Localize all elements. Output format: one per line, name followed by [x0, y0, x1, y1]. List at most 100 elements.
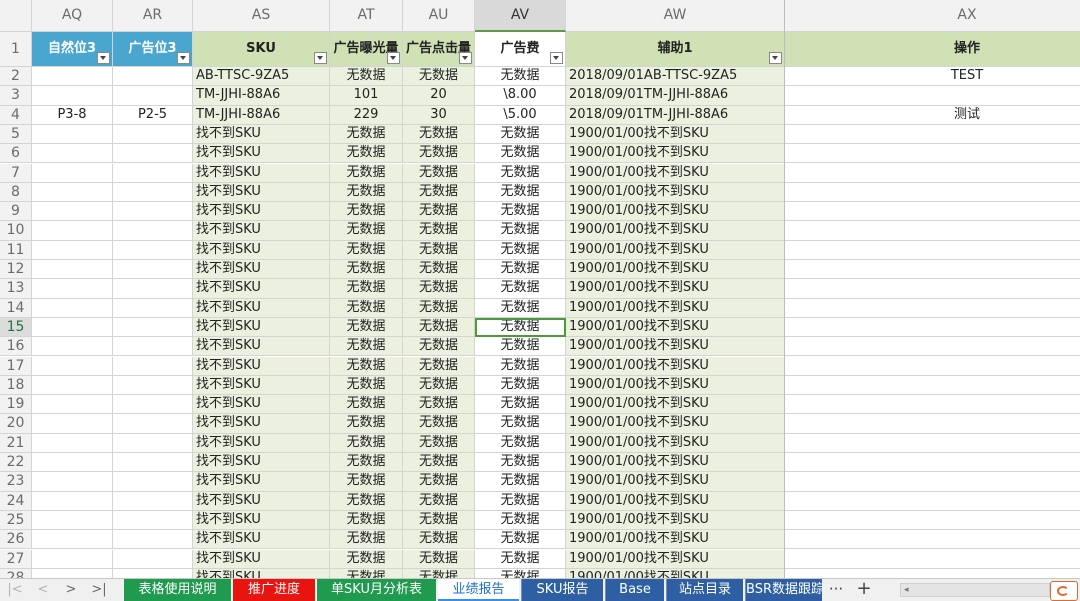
table-cell[interactable]: [113, 86, 193, 106]
table-cell[interactable]: [785, 163, 1080, 183]
table-cell[interactable]: 无数据: [330, 298, 403, 318]
table-cell[interactable]: 无数据: [330, 337, 403, 357]
table-cell[interactable]: 2018/09/01TM-JJHI-88A6: [566, 105, 785, 125]
header-cell[interactable]: 广告曝光量: [330, 32, 403, 67]
sheet-tab[interactable]: 表格使用说明: [124, 579, 231, 601]
table-cell[interactable]: 无数据: [403, 67, 475, 87]
column-header-au[interactable]: AU: [403, 0, 475, 32]
table-cell[interactable]: [785, 337, 1080, 357]
table-cell[interactable]: 无数据: [330, 163, 403, 183]
table-cell[interactable]: 无数据: [475, 317, 566, 338]
table-cell[interactable]: [113, 414, 193, 434]
table-cell[interactable]: 找不到SKU: [193, 356, 330, 376]
row-header[interactable]: 15: [0, 317, 32, 338]
table-cell[interactable]: [113, 549, 193, 569]
sheet-tab[interactable]: 站点目录: [666, 579, 743, 601]
table-cell[interactable]: [113, 260, 193, 280]
column-header-ax[interactable]: AX: [785, 0, 1080, 32]
table-cell[interactable]: 无数据: [330, 472, 403, 492]
last-sheet-button[interactable]: >|: [88, 579, 110, 601]
table-cell[interactable]: 无数据: [330, 182, 403, 203]
filter-dropdown-icon[interactable]: [177, 52, 190, 64]
table-cell[interactable]: 1900/01/00找不到SKU: [566, 337, 785, 357]
table-cell[interactable]: 找不到SKU: [193, 144, 330, 164]
table-cell[interactable]: 1900/01/00找不到SKU: [566, 549, 785, 569]
table-cell[interactable]: 1900/01/00找不到SKU: [566, 182, 785, 203]
table-cell[interactable]: 无数据: [403, 356, 475, 376]
table-cell[interactable]: [113, 530, 193, 550]
table-cell[interactable]: [785, 530, 1080, 550]
table-cell[interactable]: 无数据: [403, 568, 475, 578]
table-cell[interactable]: 找不到SKU: [193, 337, 330, 357]
table-cell[interactable]: 1900/01/00找不到SKU: [566, 240, 785, 260]
sheet-tab[interactable]: 业绩报告: [438, 579, 519, 601]
table-cell[interactable]: P2-5: [113, 105, 193, 125]
more-tabs-button[interactable]: ···: [824, 579, 848, 601]
table-cell[interactable]: [113, 298, 193, 318]
table-cell[interactable]: 无数据: [475, 356, 566, 376]
header-cell[interactable]: 广告费: [475, 32, 566, 67]
table-cell[interactable]: 无数据: [475, 491, 566, 511]
table-cell[interactable]: [32, 260, 113, 280]
table-cell[interactable]: 无数据: [475, 202, 566, 222]
table-cell[interactable]: 找不到SKU: [193, 433, 330, 453]
row-header[interactable]: 22: [0, 453, 32, 473]
table-cell[interactable]: [785, 414, 1080, 434]
table-cell[interactable]: 找不到SKU: [193, 163, 330, 183]
table-cell[interactable]: 1900/01/00找不到SKU: [566, 124, 785, 145]
table-cell[interactable]: 无数据: [475, 124, 566, 145]
table-cell[interactable]: 无数据: [403, 491, 475, 511]
table-cell[interactable]: TEST: [785, 67, 1080, 87]
table-cell[interactable]: 找不到SKU: [193, 453, 330, 473]
table-cell[interactable]: [785, 491, 1080, 511]
sheet-tab[interactable]: BSR数据跟踪: [745, 579, 822, 601]
sheet-tab[interactable]: SKU报告: [521, 579, 603, 601]
table-cell[interactable]: 无数据: [330, 414, 403, 434]
table-cell[interactable]: [32, 67, 113, 87]
row-header[interactable]: 11: [0, 240, 32, 260]
table-cell[interactable]: 无数据: [403, 395, 475, 415]
table-cell[interactable]: 1900/01/00找不到SKU: [566, 510, 785, 531]
table-cell[interactable]: [32, 433, 113, 453]
table-cell[interactable]: 无数据: [330, 67, 403, 87]
row-header[interactable]: 21: [0, 433, 32, 453]
table-cell[interactable]: [113, 240, 193, 260]
row-header[interactable]: 3: [0, 86, 32, 106]
table-cell[interactable]: [785, 240, 1080, 260]
table-cell[interactable]: 229: [330, 105, 403, 125]
table-cell[interactable]: [113, 144, 193, 164]
row-header[interactable]: 24: [0, 491, 32, 511]
table-cell[interactable]: 无数据: [475, 530, 566, 550]
table-cell[interactable]: 无数据: [475, 260, 566, 280]
table-cell[interactable]: 1900/01/00找不到SKU: [566, 298, 785, 318]
table-cell[interactable]: [113, 279, 193, 299]
table-cell[interactable]: 找不到SKU: [193, 317, 330, 338]
table-cell[interactable]: [785, 433, 1080, 453]
sheet-tab[interactable]: 单SKU月分析表: [317, 579, 436, 601]
table-cell[interactable]: 无数据: [403, 530, 475, 550]
table-cell[interactable]: [785, 472, 1080, 492]
row-header[interactable]: 12: [0, 260, 32, 280]
row-header[interactable]: 19: [0, 395, 32, 415]
table-cell[interactable]: 1900/01/00找不到SKU: [566, 221, 785, 241]
table-cell[interactable]: 2018/09/01AB-TTSC-9ZA5: [566, 67, 785, 87]
table-cell[interactable]: [113, 375, 193, 396]
table-cell[interactable]: [113, 491, 193, 511]
table-cell[interactable]: [113, 510, 193, 531]
table-cell[interactable]: [32, 491, 113, 511]
spreadsheet-grid[interactable]: AQ AR AS AT AU AV AW AX 1 自然位3 广告位3 SKU 广告曝光量 广告点击量 广告…: [0, 0, 1080, 578]
table-cell[interactable]: 找不到SKU: [193, 375, 330, 396]
row-header[interactable]: 26: [0, 530, 32, 550]
table-cell[interactable]: 无数据: [330, 491, 403, 511]
table-cell[interactable]: 无数据: [403, 182, 475, 203]
table-cell[interactable]: TM-JJHI-88A6: [193, 86, 330, 106]
table-cell[interactable]: 无数据: [475, 279, 566, 299]
table-cell[interactable]: [113, 356, 193, 376]
table-cell[interactable]: 1900/01/00找不到SKU: [566, 453, 785, 473]
table-cell[interactable]: [32, 375, 113, 396]
filter-dropdown-icon[interactable]: [97, 52, 110, 64]
table-cell[interactable]: 1900/01/00找不到SKU: [566, 202, 785, 222]
horizontal-scrollbar[interactable]: ◂: [900, 583, 1050, 597]
row-header[interactable]: 2: [0, 67, 32, 87]
table-cell[interactable]: 找不到SKU: [193, 182, 330, 203]
